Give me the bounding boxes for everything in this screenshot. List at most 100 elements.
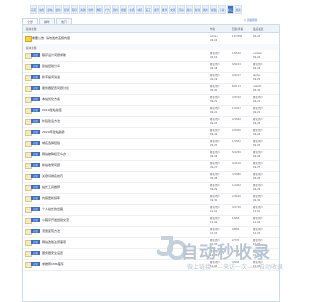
thread-title[interactable]: 网站改版注意事项 [42, 240, 66, 244]
thread-title[interactable]: 个人站长的出路 [42, 207, 63, 211]
thread-author[interactable]: admin 09-16 [210, 35, 218, 42]
thread-author[interactable]: 匿名用户 09-21 [210, 96, 220, 103]
nav-item[interactable]: 资源 [79, 5, 87, 14]
author-name[interactable]: 匿名用户 [210, 85, 220, 89]
author-name[interactable]: 匿名用户 [210, 96, 220, 100]
last-post-author[interactable]: 匿名用户 [253, 228, 263, 232]
category-tag[interactable]: 讨论 [31, 141, 40, 146]
thread-title[interactable]: 服务器安全设置 [42, 251, 63, 255]
thread-author[interactable]: 匿名用户 09-30 [210, 195, 220, 202]
author-name[interactable]: 匿名用户 [210, 63, 220, 67]
last-post-author[interactable]: 匿名用户 [253, 151, 263, 155]
author-name[interactable]: 匿名用户 [210, 184, 220, 188]
thread-author[interactable]: 匿名用户 09-22 [210, 107, 220, 114]
thread-title[interactable]: 新手提问请进 [42, 75, 60, 79]
last-post[interactable]: 匿名用户 10-02 [253, 217, 263, 224]
nav-item[interactable]: 源码 [111, 5, 120, 14]
nav-item[interactable]: 营销 [62, 5, 70, 14]
nav-item[interactable]: 论坛 [226, 5, 234, 14]
nav-item[interactable]: 软件 [87, 5, 95, 14]
thread-title[interactable]: 域名选择经验 [42, 141, 60, 145]
nav-item[interactable]: 新闻 [193, 5, 201, 14]
category-tag[interactable]: 讨论 [31, 163, 40, 168]
last-post-author[interactable]: user01 [253, 85, 262, 89]
last-post[interactable]: 匿名用户 09-29 [253, 184, 263, 191]
thread-title[interactable]: 网站被降权怎么办 [42, 152, 66, 156]
category-tag[interactable]: 讨论 [31, 229, 40, 234]
last-post-author[interactable]: cadeen [253, 52, 262, 56]
thread-author[interactable]: 匿名用户 09-18 [210, 63, 220, 70]
nav-item[interactable]: 广告 [103, 5, 111, 14]
category-tag[interactable]: 讨论 [31, 97, 40, 102]
thread-author[interactable]: 匿名用户 09-24 [210, 129, 220, 136]
thread-title[interactable]: 站长工具推荐 [42, 185, 60, 189]
last-post-author[interactable]: 匿名用户 [253, 217, 263, 221]
author-name[interactable]: 匿名用户 [210, 107, 220, 111]
thread-author[interactable]: 匿名用户 09-29 [210, 184, 220, 191]
last-post-author[interactable]: 匿名用户 [253, 118, 263, 122]
thread-title[interactable]: 建站经验分享 [42, 64, 60, 68]
last-post-author[interactable]: 匿名用户 [253, 140, 263, 144]
thread-author[interactable]: 匿名用户 09-25 [210, 140, 220, 147]
category-tag[interactable]: 讨论 [31, 174, 40, 179]
last-post[interactable]: 匿名用户 09-18 [253, 63, 263, 70]
category-tag[interactable]: 讨论 [31, 130, 40, 135]
last-post[interactable]: 匿名用户 09-28 [253, 173, 263, 180]
thread-author[interactable]: 匿名用户 09-19 [210, 74, 220, 81]
nav-item[interactable]: 搜索 [234, 5, 242, 14]
last-post-author[interactable]: 匿名用户 [253, 195, 263, 199]
author-name[interactable]: 匿名用户 [210, 74, 220, 78]
last-post-author[interactable]: 匿名用户 [253, 96, 263, 100]
last-post[interactable]: 匿名用户 09-22 [253, 107, 263, 114]
nav-item[interactable]: 教程 [95, 5, 103, 14]
category-tag[interactable]: 讨论 [31, 119, 40, 124]
thread-author[interactable]: 匿名用户 09-20 [210, 85, 220, 92]
thread-title[interactable]: 关键词排名技巧 [42, 174, 63, 178]
author-name[interactable]: 匿名用户 [210, 195, 220, 199]
thread-author[interactable]: 匿名用户 09-28 [210, 173, 220, 180]
last-post-author[interactable]: 匿名用户 [253, 162, 263, 166]
last-post[interactable]: alpha 09-29 [253, 74, 260, 81]
author-name[interactable]: 匿名用户 [210, 129, 220, 133]
nav-item[interactable]: 域名 [136, 5, 144, 14]
nav-item[interactable]: 美工 [144, 5, 152, 14]
author-name[interactable]: 匿名用户 [210, 173, 220, 177]
last-post[interactable]: user01 09-30 [253, 85, 262, 92]
nav-item[interactable]: 群组 [120, 5, 128, 14]
nav-item[interactable]: 首页 [30, 5, 38, 14]
nav-item[interactable]: 推荐 [161, 5, 169, 14]
category-tag[interactable]: 讨论 [31, 108, 40, 113]
nav-item[interactable]: 优化 [54, 5, 62, 14]
advanced-search-link[interactable]: ⚲ 高级搜索 [244, 18, 257, 23]
thread-author[interactable]: 匿名用户 09-27 [210, 162, 220, 169]
thread-title[interactable]: 服务器配置问题讨论 [42, 86, 69, 90]
nav-item[interactable]: 图片 [201, 5, 210, 14]
thread-title[interactable]: 小程序开发经验交流 [42, 218, 69, 222]
thread-author[interactable]: 匿名用户 09-26 [210, 151, 220, 158]
nav-item[interactable]: 活动 [177, 5, 185, 14]
author-name[interactable]: 匿名用户 [210, 118, 220, 122]
last-post[interactable]: 匿名用户 10-01 [253, 206, 263, 213]
category-tag[interactable]: 讨论 [31, 218, 40, 223]
category-tag[interactable]: 讨论 [31, 53, 40, 58]
last-post[interactable]: 匿名用户 09-25 [253, 140, 263, 147]
category-tag[interactable]: 讨论 [31, 240, 40, 245]
last-post[interactable]: 匿名用户 09-24 [253, 129, 263, 136]
category-tag[interactable]: 讨论 [31, 64, 40, 69]
author-name[interactable]: admin [210, 35, 218, 39]
thread-title[interactable]: 2019建站总结 [42, 108, 62, 112]
nav-item[interactable]: 交流 [169, 5, 177, 14]
last-post[interactable]: cadeen 09-26 [253, 52, 262, 59]
author-name[interactable]: 匿名用户 [210, 151, 220, 155]
category-tag[interactable]: 讨论 [31, 185, 40, 190]
thread-title[interactable]: 求推荐CMS程序 [42, 262, 64, 266]
author-name[interactable]: 匿名用户 [210, 140, 220, 144]
nav-item[interactable]: 展示 [185, 5, 193, 14]
nav-item[interactable]: 程序 [70, 5, 79, 14]
thread-title[interactable]: 内容更新频率 [42, 196, 60, 200]
thread-author[interactable]: 匿名用户 10-02 [210, 217, 220, 224]
last-post-author[interactable]: 匿名用户 [253, 129, 263, 133]
last-post[interactable]: 匿名用户 09-26 [253, 151, 263, 158]
last-post-author[interactable]: 匿名用户 [253, 184, 263, 188]
last-post[interactable]: 匿名用户 09-23 [253, 118, 263, 125]
